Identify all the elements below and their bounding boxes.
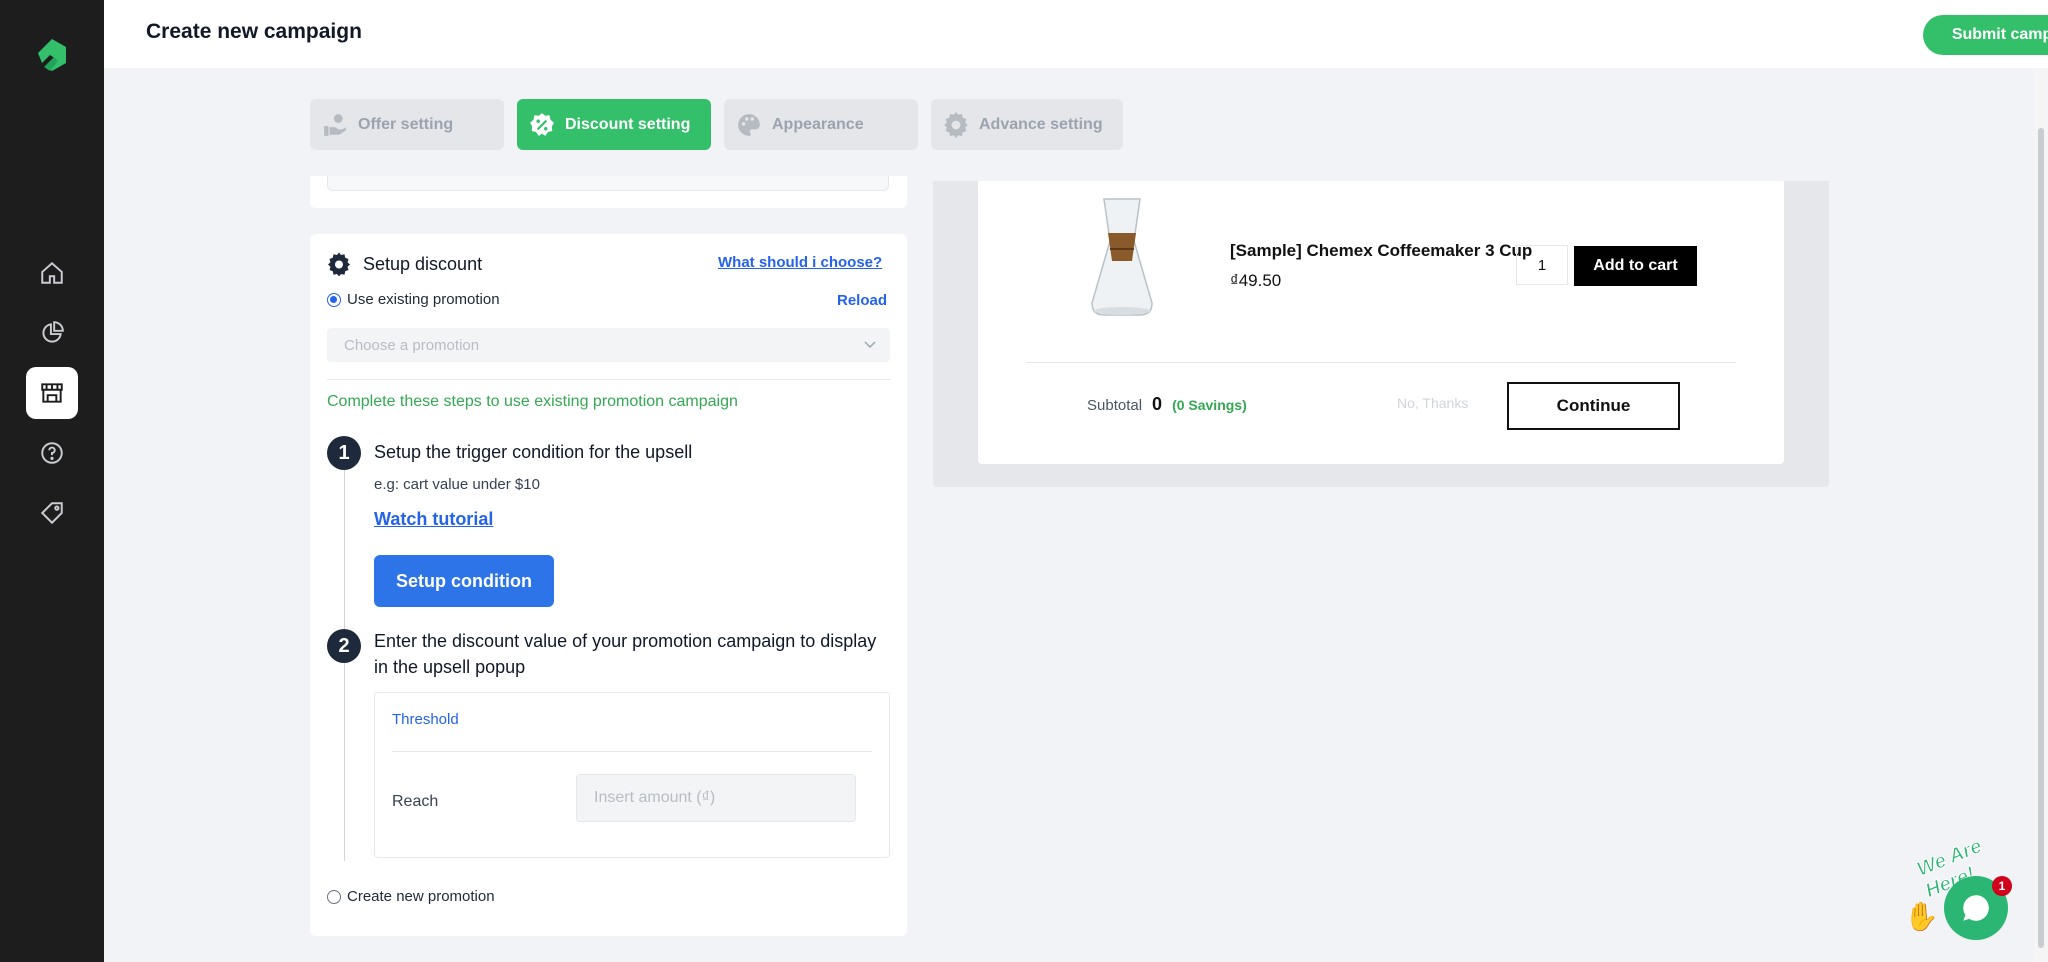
amount-input[interactable] (576, 774, 856, 822)
gear-icon (944, 111, 968, 138)
create-new-promotion-option[interactable]: Create new promotion (327, 888, 495, 905)
nav-analytics[interactable] (26, 307, 78, 359)
step-1-number: 1 (327, 436, 361, 470)
create-new-promotion-label: Create new promotion (347, 888, 495, 905)
add-to-cart-button[interactable]: Add to cart (1574, 246, 1697, 286)
steps-note: Complete these steps to use existing pro… (327, 393, 738, 410)
section-divider (327, 379, 890, 380)
nav-tags[interactable] (26, 487, 78, 539)
analytics-icon (42, 321, 64, 343)
help-icon (41, 442, 63, 464)
threshold-divider (392, 751, 872, 752)
step-1-title: Setup the trigger condition for the upse… (374, 442, 693, 462)
tab-appearance-label: Appearance (772, 115, 864, 133)
step-2-number: 2 (327, 629, 361, 663)
savings-text: (0 Savings) (1172, 397, 1247, 413)
tab-discount-setting-label: Discount setting (565, 115, 691, 133)
no-thanks-link[interactable]: No, Thanks (1397, 395, 1468, 411)
subtotal-row: Subtotal 0 (0 Savings) (1087, 394, 1247, 415)
sidebar (0, 0, 104, 962)
watch-tutorial-link[interactable]: Watch tutorial (374, 509, 493, 530)
product-image (1091, 198, 1153, 316)
step-1-example: e.g: cart value under $10 (374, 476, 540, 493)
top-header: Create new campaign Submit campaign (104, 0, 2048, 68)
chat-widget[interactable]: We Are Here! ✋ 1 (1900, 835, 2040, 950)
hand-coin-icon (324, 113, 346, 136)
submit-campaign-button[interactable]: Submit campaign (1923, 15, 2048, 55)
setup-discount-title: Setup discount (363, 253, 483, 274)
quantity-field[interactable]: 1 (1516, 245, 1568, 285)
setup-discount-card: Setup discount What should i choose? Use… (310, 234, 907, 936)
home-icon (41, 261, 63, 284)
preview-divider (1026, 362, 1736, 363)
tab-advance-setting[interactable]: Advance setting (931, 99, 1123, 150)
create-new-promotion-radio[interactable] (327, 889, 341, 904)
waving-hand-icon: ✋ (1904, 901, 1939, 932)
tag-icon (40, 502, 63, 525)
chat-unread-badge: 1 (1992, 876, 2012, 896)
tab-appearance[interactable]: Appearance (724, 99, 918, 150)
threshold-tab[interactable]: Threshold (392, 711, 459, 728)
upsell-preview-panel: [Sample] Chemex Coffeemaker 3 Cup ₫49.50… (933, 181, 1829, 487)
app-logo-icon[interactable] (30, 33, 74, 77)
product-name: [Sample] Chemex Coffeemaker 3 Cup (1230, 241, 1533, 260)
settings-gear-icon (328, 252, 350, 276)
page-scrollbar[interactable] (2034, 68, 2048, 962)
subtotal-label: Subtotal (1087, 397, 1143, 414)
nav-store[interactable] (26, 367, 78, 419)
use-existing-promotion-label: Use existing promotion (347, 291, 500, 308)
use-existing-promotion-radio[interactable] (327, 292, 341, 307)
chevron-down-icon (864, 341, 876, 349)
threshold-box: Threshold Reach (374, 692, 890, 858)
page-title: Create new campaign (146, 20, 362, 43)
tab-offer-setting-label: Offer setting (358, 115, 454, 133)
promotion-select[interactable]: Choose a promotion (327, 328, 890, 362)
tab-offer-setting[interactable]: Offer setting (310, 99, 504, 150)
tab-advance-setting-label: Advance setting (979, 115, 1103, 133)
discount-badge-icon (530, 112, 554, 136)
palette-icon (738, 113, 760, 136)
nav-home[interactable] (26, 247, 78, 299)
tab-discount-setting[interactable]: Discount setting (517, 99, 711, 150)
previous-section-field (327, 176, 889, 191)
promotion-select-placeholder: Choose a promotion (344, 336, 480, 354)
steps-connector-line (344, 469, 345, 861)
chat-icon (1963, 895, 1989, 921)
nav-help[interactable] (26, 427, 78, 479)
previous-section-card (310, 176, 907, 208)
store-icon (41, 383, 63, 403)
use-existing-promotion-option[interactable]: Use existing promotion (327, 291, 500, 308)
step-2-title: Enter the discount value of your promoti… (374, 631, 877, 677)
product-price: ₫49.50 (1230, 271, 1282, 290)
upsell-popup-preview: [Sample] Chemex Coffeemaker 3 Cup ₫49.50… (978, 181, 1784, 464)
reload-link[interactable]: Reload (837, 292, 887, 309)
setup-condition-button[interactable]: Setup condition (374, 555, 554, 607)
subtotal-value: 0 (1152, 394, 1163, 414)
scroll-thumb[interactable] (2038, 128, 2044, 948)
continue-button[interactable]: Continue (1507, 382, 1680, 430)
setup-discount-header: Setup discount (327, 252, 482, 276)
reach-label: Reach (392, 793, 439, 810)
what-should-i-choose-link[interactable]: What should i choose? (718, 254, 882, 271)
